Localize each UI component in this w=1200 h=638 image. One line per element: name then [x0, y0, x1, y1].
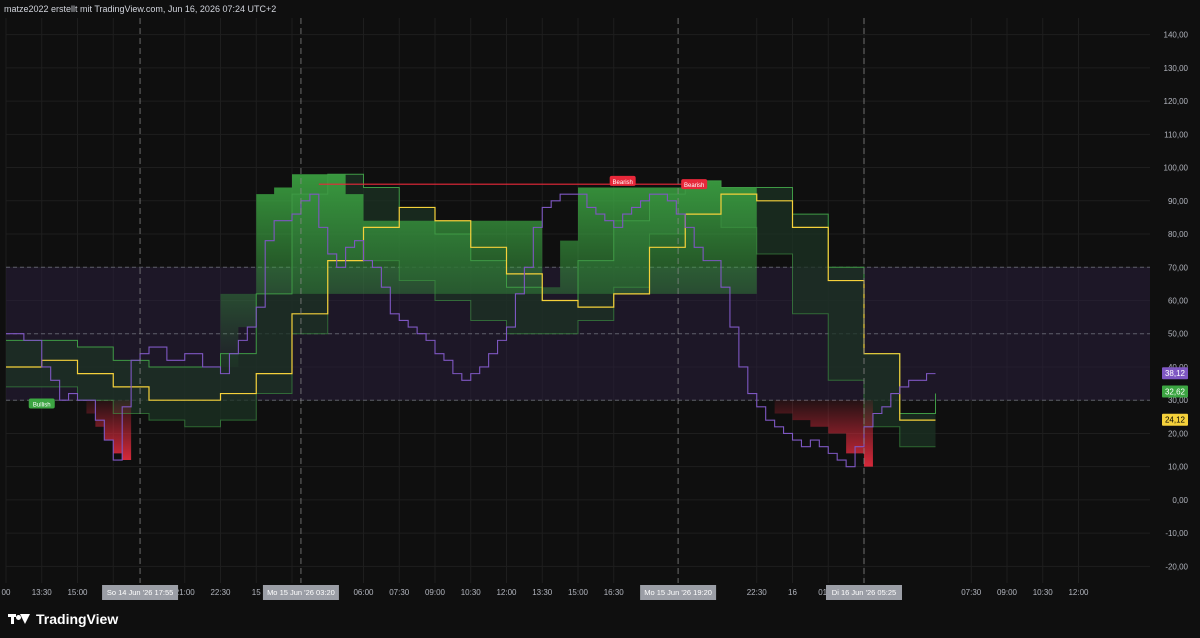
y-tick-label: 80,00 — [1168, 230, 1189, 239]
x-tick-label: 13:30 — [32, 588, 53, 597]
last-value-label: 38,12 — [1165, 369, 1186, 378]
crosshair-time-label: Mo 15 Jun '26 19:20 — [644, 588, 712, 597]
footer — [0, 603, 1200, 638]
x-tick-label: 15:00 — [568, 588, 589, 597]
y-tick-label: 140,00 — [1164, 31, 1189, 40]
y-tick-label: 120,00 — [1164, 97, 1189, 106]
brand-name: TradingView — [36, 611, 119, 627]
x-tick-label: 15:00 — [67, 588, 88, 597]
crosshair-time-label: Mo 15 Jun '26 03:20 — [267, 588, 335, 597]
y-tick-label: -20,00 — [1165, 562, 1188, 571]
last-value-label: 32,62 — [1165, 387, 1186, 396]
x-tick-label: 07:30 — [961, 588, 982, 597]
y-tick-label: 20,00 — [1168, 429, 1189, 438]
signal-marker-label: Bearish — [613, 180, 633, 186]
brand-logo[interactable]: TradingView — [8, 611, 118, 627]
y-tick-label: -10,00 — [1165, 529, 1188, 538]
y-tick-label: 100,00 — [1164, 164, 1189, 173]
signal-marker-label: Bullish — [33, 403, 51, 409]
crosshair-time-label: So 14 Jun '26 17:55 — [107, 588, 174, 597]
x-tick-label: 15 — [252, 588, 261, 597]
x-tick-label: 10:30 — [461, 588, 482, 597]
x-tick-label: 12:00 — [496, 588, 517, 597]
crosshair-time-label: Di 16 Jun '26 05:25 — [832, 588, 896, 597]
last-value-label: 24,12 — [1165, 416, 1186, 425]
x-tick-label: 00 — [2, 588, 11, 597]
y-tick-label: 0,00 — [1172, 496, 1188, 505]
y-tick-label: 130,00 — [1164, 64, 1189, 73]
y-axis: 140,00 130,00 120,00 110,00 100,00 90,00 80,00… — [1162, 31, 1189, 571]
x-tick-label: 13:30 — [532, 588, 553, 597]
x-tick-label: 22:30 — [747, 588, 768, 597]
x-tick-label: 16 — [788, 588, 797, 597]
y-tick-label: 60,00 — [1168, 297, 1189, 306]
y-tick-label: 70,00 — [1168, 263, 1189, 272]
x-axis: 0013:3015:00121:0022:301501:06:0007:3009… — [2, 585, 1089, 600]
chart[interactable]: Bullish Bearish Bearish 140,00 130,00 120,00… — [0, 0, 1200, 603]
x-tick-label: 10:30 — [1033, 588, 1054, 597]
x-tick-label: 16:30 — [604, 588, 625, 597]
x-tick-label: 07:30 — [389, 588, 410, 597]
x-tick-label: 06:00 — [353, 588, 374, 597]
signal-marker-label: Bearish — [684, 183, 704, 189]
x-tick-label: 09:00 — [425, 588, 446, 597]
y-tick-label: 30,00 — [1168, 396, 1189, 405]
x-tick-label: 22:30 — [210, 588, 231, 597]
x-tick-label: 09:00 — [997, 588, 1018, 597]
x-tick-label: 12:00 — [1068, 588, 1089, 597]
y-tick-label: 110,00 — [1164, 130, 1188, 139]
y-tick-label: 90,00 — [1168, 197, 1189, 206]
y-tick-label: 50,00 — [1168, 330, 1189, 339]
y-tick-label: 10,00 — [1168, 463, 1189, 472]
tradingview-icon — [8, 612, 30, 626]
